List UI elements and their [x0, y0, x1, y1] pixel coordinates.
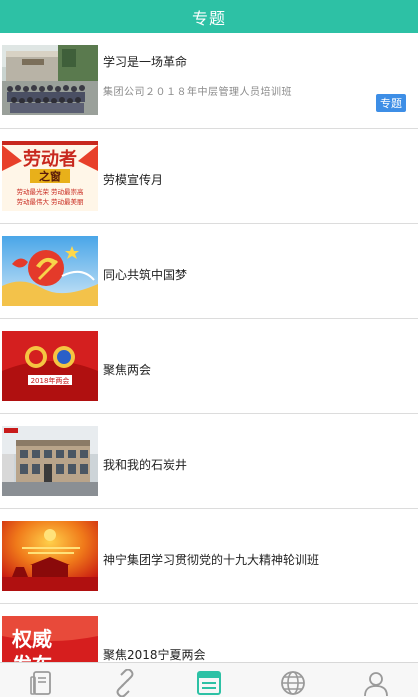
china-dream-image	[2, 236, 98, 306]
shitanjing-building-image	[2, 426, 98, 496]
thumb-line2: 之窗	[39, 169, 61, 183]
top-bar: 专题	[0, 0, 418, 33]
item-title: 我和我的石炭井	[103, 458, 188, 472]
group-photo-image	[2, 45, 98, 115]
globe-icon	[279, 669, 307, 697]
topic-list[interactable]: 学习是一场革命 集团公司２０１８年中层管理人员培训班 专题 劳动者 之窗 劳动最…	[0, 33, 418, 662]
nav-news[interactable]	[12, 663, 72, 697]
news-icon	[28, 669, 56, 697]
item-title: 神宁集团学习贯彻党的十九大精神轮训班	[103, 553, 320, 567]
list-item-learning-revolution[interactable]: 学习是一场革命 集团公司２０１８年中层管理人员培训班 专题	[0, 33, 418, 129]
nav-globe[interactable]	[263, 663, 323, 697]
thumb-line1: 劳动者	[23, 148, 77, 170]
thumb-line3: 劳动最光荣 劳动最崇高	[16, 187, 84, 196]
bottom-nav-bar	[0, 662, 418, 697]
item-subtitle: 集团公司２０１８年中层管理人员培训班	[103, 87, 292, 98]
authority-release-image: 权威 发布	[2, 616, 98, 662]
list-item-china-dream[interactable]: 同心共筑中国梦	[0, 224, 418, 319]
thumb-line1: 2018年两会	[31, 376, 70, 385]
link-icon	[111, 669, 139, 697]
model-worker-window-image: 劳动者 之窗 劳动最光荣 劳动最崇高 劳动最伟大 劳动最美丽	[2, 141, 98, 211]
item-title: 学习是一场革命	[103, 55, 188, 69]
training-banner-image	[2, 521, 98, 591]
app-root: 专题 学习是一场革命 集团公司２０１８年中层管理人员培训班 专题 劳动者 之窗 …	[0, 0, 418, 697]
user-icon	[362, 669, 390, 697]
list-item-two-sessions[interactable]: 2018年两会 聚焦两会	[0, 319, 418, 414]
list-item-model-worker-month[interactable]: 劳动者 之窗 劳动最光荣 劳动最崇高 劳动最伟大 劳动最美丽 劳模宣传月	[0, 129, 418, 224]
item-title: 劳模宣传月	[103, 173, 164, 187]
list-item-nineteenth-congress-training[interactable]: 神宁集团学习贯彻党的十九大精神轮训班	[0, 509, 418, 604]
list-item-ningxia-two-sessions-2018[interactable]: 权威 发布 聚焦2018宁夏两会	[0, 604, 418, 662]
nav-profile[interactable]	[346, 663, 406, 697]
topic-badge: 专题	[376, 94, 406, 112]
list-item-shitanjing[interactable]: 我和我的石炭井	[0, 414, 418, 509]
topics-icon	[195, 669, 223, 697]
nav-topics[interactable]	[179, 663, 239, 697]
thumb-line1: 权威	[11, 627, 52, 651]
item-title: 聚焦两会	[103, 363, 152, 377]
item-title: 同心共筑中国梦	[103, 268, 188, 282]
thumb-line2: 发布	[11, 653, 52, 662]
thumb-line4: 劳动最伟大 劳动最美丽	[16, 197, 84, 206]
two-sessions-image: 2018年两会	[2, 331, 98, 401]
item-title: 聚焦2018宁夏两会	[103, 648, 206, 662]
nav-links[interactable]	[95, 663, 155, 697]
page-title: 专题	[191, 8, 226, 28]
